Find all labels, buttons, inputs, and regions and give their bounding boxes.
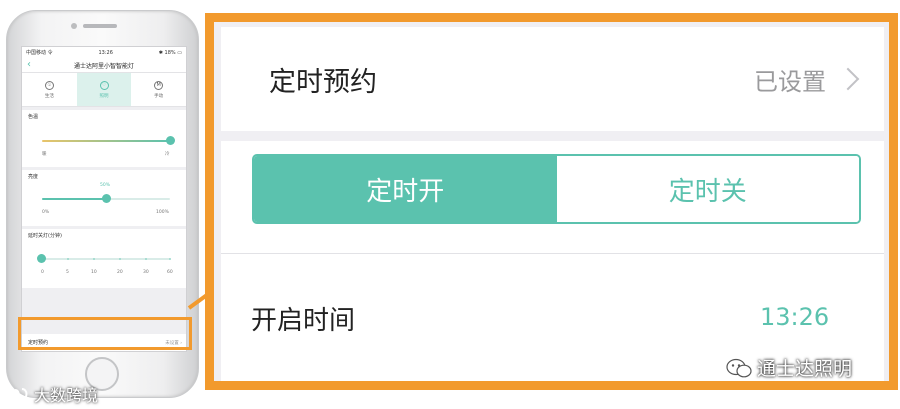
- back-chevron-icon[interactable]: ‹: [27, 59, 31, 71]
- delay-off-dot: [119, 258, 121, 260]
- mode-tab-lighting[interactable]: ♡ 照明: [76, 73, 132, 106]
- schedule-status: 已设置: [754, 62, 860, 97]
- manual-icon: M: [154, 80, 164, 90]
- watermark-wechat: 通士达照明: [725, 354, 852, 381]
- brightness-title: 亮度: [28, 174, 39, 180]
- bulb-icon: ♡: [99, 80, 109, 90]
- delay-off-knob[interactable]: [37, 254, 46, 263]
- status-battery: ✱ 18% ▭: [158, 49, 182, 56]
- delay-off-tick: 0: [41, 270, 44, 275]
- watermark-left-text: 大数跨境: [34, 386, 99, 405]
- mode-label: 生活: [44, 93, 54, 99]
- delay-off-track[interactable]: [42, 258, 170, 260]
- status-time: 13:26: [98, 49, 113, 56]
- status-bar: 中国移动 令 13:26 ✱ 18% ▭: [22, 47, 186, 58]
- watermark-left: 大数跨境: [8, 382, 98, 406]
- delay-off-tick: 5: [66, 270, 69, 275]
- tab-timer-off[interactable]: 定时关: [556, 156, 859, 222]
- color-temp-max: 冷: [165, 152, 170, 157]
- tab-timer-on[interactable]: 定时开: [254, 156, 557, 222]
- delay-off-section: 延时关灯(分钟) 0 5 10 20 30 60: [22, 229, 186, 288]
- delay-off-tick: 10: [91, 270, 97, 275]
- delay-off-dot: [93, 258, 95, 260]
- status-carrier: 中国移动 令: [26, 50, 53, 56]
- divider: [221, 253, 884, 254]
- delay-off-tick: 60: [167, 270, 173, 275]
- delay-off-dot: [169, 258, 171, 260]
- mode-tabs: ♧ 生活 ♡ 照明 M 手动: [22, 73, 186, 107]
- start-time-label: 开启时间: [251, 306, 356, 336]
- highlight-box: [18, 317, 192, 350]
- on-off-segmented-control: 定时开 定时关: [252, 154, 861, 224]
- speaker-slot: [83, 24, 117, 28]
- wechat-icon: [726, 358, 752, 377]
- camera-dot: [71, 23, 77, 29]
- mode-label: 照明: [99, 93, 109, 99]
- delay-off-dot: [145, 258, 147, 260]
- schedule-status-value: 已设置: [754, 67, 826, 96]
- chevron-right-icon: [836, 67, 860, 91]
- color-temp-min: 暖: [42, 152, 47, 157]
- brightness-knob[interactable]: [101, 194, 111, 203]
- brightness-fill: [42, 198, 106, 200]
- brightness-max: 100%: [156, 210, 169, 215]
- watermark-logo-icon: [10, 388, 28, 400]
- color-temp-section: 色温 暖 冷: [22, 110, 186, 167]
- delay-off-dot: [67, 258, 69, 260]
- zoom-panel: 定时预约 已设置 定时开 定时关 开启时间 13:26: [205, 13, 898, 390]
- schedule-card: 定时开 定时关 开启时间 13:26: [221, 141, 884, 381]
- color-temp-track[interactable]: [42, 140, 170, 142]
- color-temp-knob[interactable]: [165, 136, 175, 145]
- nav-bar: ‹ 通士达阿里小智智能灯: [22, 58, 186, 73]
- start-time-value[interactable]: 13:26: [760, 303, 829, 331]
- delay-off-tick: 30: [143, 270, 149, 275]
- mode-label: 手动: [154, 93, 164, 99]
- watermark-right-text: 通士达照明: [757, 358, 853, 380]
- nav-title: 通士达阿里小智智能灯: [73, 62, 134, 70]
- brightness-value: 50%: [100, 183, 111, 188]
- mode-tab-manual[interactable]: M 手动: [131, 73, 186, 106]
- brightness-section: 亮度 50% 0% 100%: [22, 170, 186, 226]
- schedule-setting-row[interactable]: 定时预约 已设置: [221, 27, 884, 131]
- delay-off-title: 延时关灯(分钟): [28, 233, 62, 239]
- brightness-min: 0%: [42, 210, 50, 215]
- schedule-title: 定时预约: [269, 66, 377, 98]
- delay-off-tick: 20: [117, 270, 123, 275]
- sprout-icon: ♧: [44, 80, 54, 90]
- app-screen: 中国移动 令 13:26 ✱ 18% ▭ ‹ 通士达阿里小智智能灯 ♧ 生活 ♡…: [21, 46, 187, 352]
- mode-tab-life[interactable]: ♧ 生活: [22, 73, 77, 106]
- color-temp-title: 色温: [28, 114, 39, 120]
